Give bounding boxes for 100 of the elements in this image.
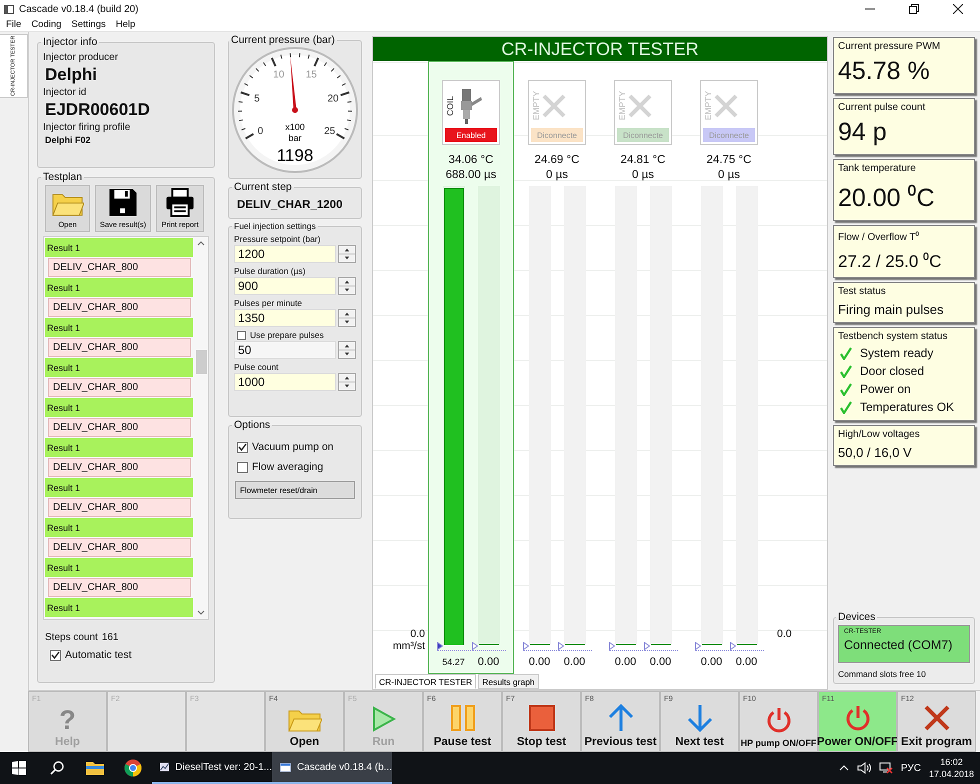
list-item[interactable]: DELIV_CHAR_800 xyxy=(48,458,191,477)
card-title: High/Low voltages xyxy=(838,429,921,440)
field-label: Injector producer xyxy=(43,52,120,63)
gauge-tick-label: 15 xyxy=(306,69,317,80)
temperature-reading: 24.81 °C xyxy=(620,153,666,168)
menu-item[interactable]: Help xyxy=(114,19,136,30)
axis-label: 0.0 xyxy=(410,628,425,640)
checkbox-label: Automatic test xyxy=(65,649,132,661)
spin-buttons[interactable] xyxy=(338,341,356,359)
field-label: Pulse duration (µs) xyxy=(234,266,307,276)
flow-reading: 0.00 xyxy=(564,655,586,670)
temperature-reading: 34.06 °C xyxy=(448,153,494,168)
card-value: 20.00 ⁰C xyxy=(838,183,936,213)
scroll-up-icon[interactable] xyxy=(197,240,205,246)
input-field[interactable]: 1350 xyxy=(234,309,336,327)
chevron-up-icon[interactable] xyxy=(838,765,849,771)
status-label: Temperatures OK xyxy=(860,400,954,414)
menu-item[interactable]: Settings xyxy=(70,19,107,30)
list-item[interactable]: Result 1 xyxy=(45,358,193,377)
status-badge: Diconnecte xyxy=(703,128,755,142)
channel-column[interactable]: COIL Enabled 34.06 °C 688.00 µs 54.27 0.00 xyxy=(428,61,514,674)
checkbox-label: Use prepare pulses xyxy=(250,330,324,340)
printer-icon xyxy=(165,188,195,217)
clock[interactable]: 16:02 17.04.2018 xyxy=(928,756,974,780)
list-item[interactable]: Result 1 xyxy=(45,558,193,577)
panel-header: CR-INJECTOR TESTER xyxy=(373,37,827,61)
down-arrow-icon xyxy=(686,704,714,732)
list-item[interactable]: DELIV_CHAR_800 xyxy=(48,578,191,597)
list-item[interactable]: DELIV_CHAR_800 xyxy=(48,538,191,557)
device-status: Connected (COM7) xyxy=(844,638,954,652)
start-icon[interactable] xyxy=(12,761,26,775)
list-item[interactable]: Result 1 xyxy=(45,438,193,457)
field-label: Pressure setpoint (bar) xyxy=(234,234,322,244)
channel-column[interactable]: EMPTY Diconnecte 24.81 °C 0 µs 0.00 0.00 xyxy=(600,61,686,674)
input-field[interactable]: 1200 xyxy=(234,245,336,263)
checkbox[interactable] xyxy=(237,462,248,472)
input-field[interactable]: 1000 xyxy=(234,373,336,391)
field-value: Delphi F02 xyxy=(45,135,92,145)
marker-icon xyxy=(522,642,528,650)
folder-icon xyxy=(288,708,322,732)
list-item[interactable]: Result 1 xyxy=(45,278,193,297)
marker-icon xyxy=(694,642,700,650)
gauge-tick-label: 20 xyxy=(327,94,339,105)
tab[interactable]: Results graph xyxy=(478,674,539,689)
list-item[interactable]: DELIV_CHAR_800 xyxy=(48,258,191,277)
group-title: Devices xyxy=(837,611,876,623)
gauge-reading: 1198 xyxy=(276,146,314,165)
scroll-down-icon[interactable] xyxy=(197,610,205,616)
checkbox[interactable] xyxy=(50,650,61,660)
gauge-tick-label: 25 xyxy=(324,126,336,137)
channel-column[interactable]: EMPTY Diconnecte 24.69 °C 0 µs 0.00 0.00 xyxy=(514,61,600,674)
network-icon[interactable] xyxy=(878,762,893,774)
spin-buttons[interactable] xyxy=(338,277,356,295)
injector-tile[interactable]: COIL Enabled xyxy=(442,80,500,145)
restore-icon[interactable] xyxy=(909,4,919,14)
reset-button[interactable]: Flowmeter reset/drain xyxy=(235,481,355,499)
stop-icon xyxy=(528,704,556,732)
folder-icon[interactable] xyxy=(86,761,104,775)
field-label: Injector firing profile xyxy=(43,122,132,133)
status-label: Power on xyxy=(860,382,911,396)
folder-icon xyxy=(52,191,84,217)
channel-column[interactable]: EMPTY Diconnecte 24.75 °C 0 µs 0.00 0.00 xyxy=(686,61,772,674)
list-item[interactable]: DELIV_CHAR_800 xyxy=(48,418,191,437)
spin-buttons[interactable] xyxy=(338,245,356,263)
close-icon[interactable] xyxy=(953,4,963,14)
list-item[interactable]: Result 1 xyxy=(45,518,193,537)
list-item[interactable]: DELIV_CHAR_800 xyxy=(48,378,191,397)
speaker-icon[interactable] xyxy=(856,762,871,774)
search-icon[interactable] xyxy=(50,761,64,775)
marker-icon xyxy=(730,642,736,650)
list-item[interactable]: DELIV_CHAR_800 xyxy=(48,498,191,517)
list-item[interactable]: Result 1 xyxy=(45,598,193,617)
input-field[interactable]: 900 xyxy=(234,277,336,295)
group-title: Current pressure (bar) xyxy=(230,34,336,46)
language-indicator[interactable]: РУС xyxy=(900,762,921,774)
card-title: Testbench system status xyxy=(838,331,948,342)
taskbar-app[interactable]: Cascade v0.18.4 (b... xyxy=(272,752,392,784)
card-value: 94 p xyxy=(838,118,888,147)
list-item[interactable]: Result 1 xyxy=(45,238,193,257)
status-badge: Diconnecte xyxy=(617,128,669,142)
tab[interactable]: CR-INJECTOR TESTER xyxy=(375,674,476,689)
cross-icon xyxy=(627,92,653,118)
spin-buttons[interactable] xyxy=(338,373,356,391)
flow-reading: 0.00 xyxy=(650,655,672,670)
list-item[interactable]: Result 1 xyxy=(45,478,193,497)
window-icon xyxy=(280,760,291,774)
scroll-thumb[interactable] xyxy=(196,350,207,374)
list-item[interactable]: DELIV_CHAR_800 xyxy=(48,338,191,357)
list-item[interactable]: Result 1 xyxy=(45,398,193,417)
temperature-reading: 24.75 °C xyxy=(706,153,752,168)
field-label: Steps count xyxy=(45,632,98,643)
list-item[interactable]: DELIV_CHAR_800 xyxy=(48,298,191,317)
card-title: Tank temperature xyxy=(838,163,917,174)
spin-buttons[interactable] xyxy=(338,309,356,327)
checkbox[interactable] xyxy=(237,442,248,452)
card-value: 45.78 % xyxy=(838,57,931,86)
menu-item[interactable]: Coding xyxy=(30,19,62,30)
list-item[interactable]: Result 1 xyxy=(45,318,193,337)
browser-icon[interactable] xyxy=(124,759,142,777)
menu-item[interactable]: File xyxy=(5,19,22,30)
